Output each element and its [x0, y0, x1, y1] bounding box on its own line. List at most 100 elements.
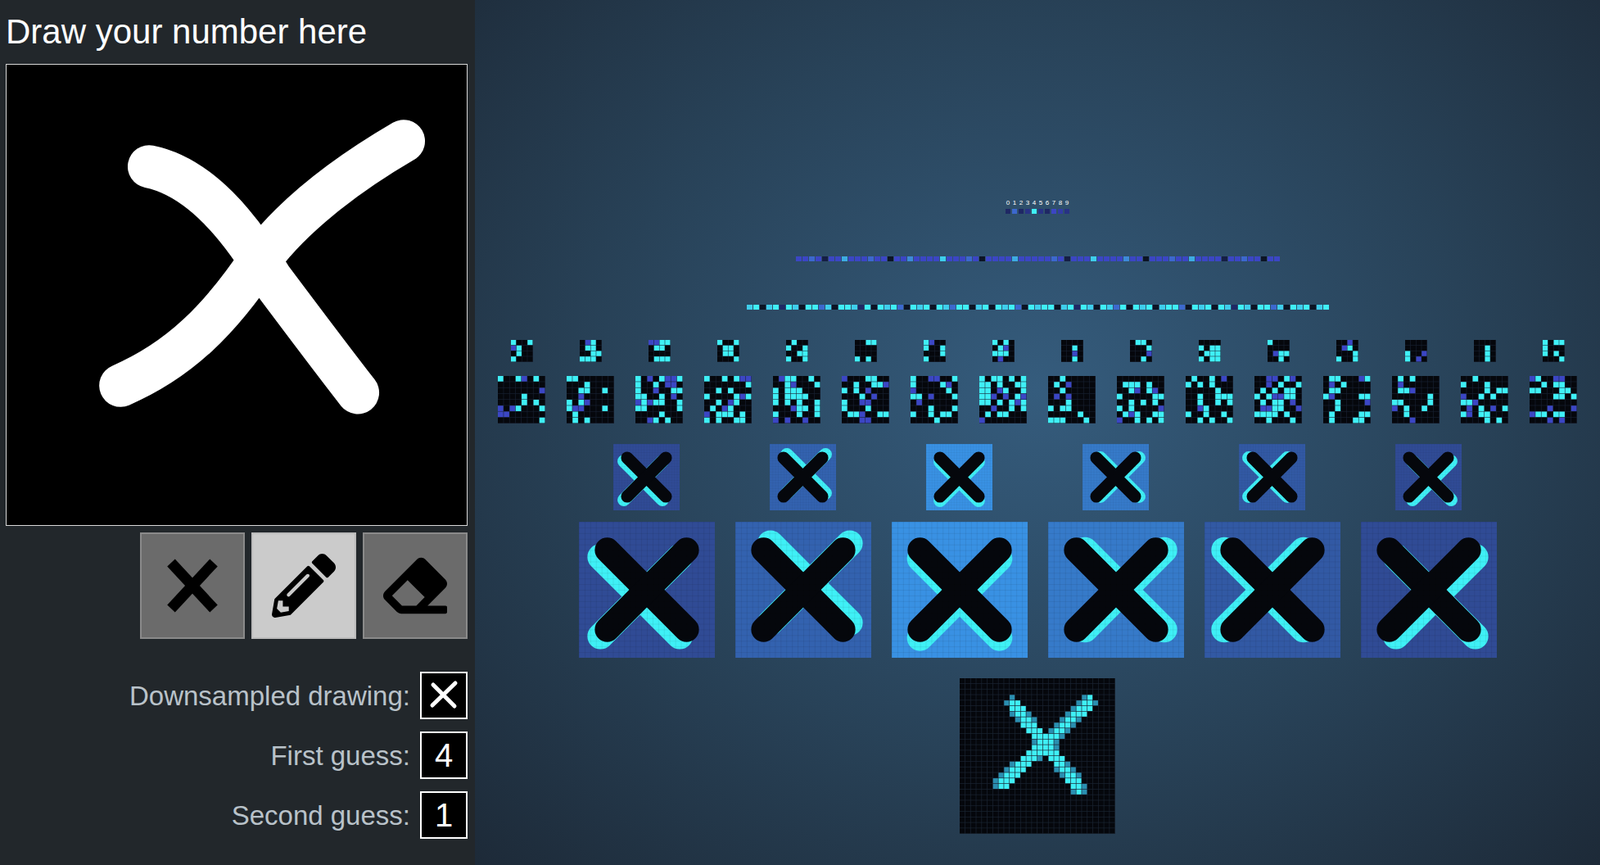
fc1-neuron — [1028, 304, 1035, 310]
fc1-neuron — [884, 304, 891, 310]
fc1-neuron — [766, 304, 773, 310]
fc1-neuron — [746, 304, 753, 310]
conv2-column — [910, 339, 959, 424]
fc2-neuron — [1208, 256, 1215, 262]
conv2-column — [1392, 339, 1440, 424]
conv2-map — [910, 375, 959, 424]
fc1-neuron — [1297, 304, 1303, 310]
conv2-column — [979, 339, 1027, 424]
conv2-column — [1323, 339, 1371, 424]
fc1-neuron — [930, 304, 936, 310]
pool1-map — [1395, 443, 1462, 511]
output-label: 1 — [1012, 198, 1017, 208]
results: Downsampled drawing:First guess:4Second … — [5, 671, 468, 839]
fc1-neuron — [1152, 304, 1159, 310]
fc2-neuron — [946, 256, 953, 262]
conv2-column — [1254, 339, 1302, 424]
left-panel: Draw your number hereDownsampled drawing… — [0, 0, 475, 865]
fc1-neuron — [858, 304, 864, 310]
output-label: 7 — [1052, 198, 1056, 208]
output-neuron: 4 — [1031, 198, 1038, 214]
fc2-neuron — [933, 256, 940, 262]
output-neuron: 2 — [1018, 198, 1025, 214]
fc1-neuron — [1224, 304, 1231, 310]
conv2-map — [1185, 375, 1234, 424]
output-label: 2 — [1019, 198, 1023, 208]
pencil-button[interactable] — [251, 532, 357, 639]
output-cell — [1051, 208, 1057, 214]
fc1-neuron — [1172, 304, 1179, 310]
output-cell — [1031, 208, 1037, 214]
fc1-neuron — [1021, 304, 1028, 310]
output-label: 0 — [1006, 198, 1010, 208]
fc2-neuron — [815, 256, 822, 262]
fc2-neuron — [1123, 256, 1130, 262]
eraser-button[interactable] — [362, 532, 468, 639]
output-cell — [1012, 208, 1017, 214]
fc2-neuron — [835, 256, 841, 262]
fc2-neuron — [940, 256, 946, 262]
fc1-neuron — [1048, 304, 1054, 310]
pool2-map — [1198, 339, 1221, 362]
fc1-neuron — [1146, 304, 1153, 310]
fc1-neuron — [989, 304, 995, 310]
pool1-map — [1082, 443, 1149, 511]
fc2-neuron — [1261, 256, 1267, 262]
fc2-neuron — [1182, 256, 1189, 262]
conv2-map — [772, 375, 821, 424]
conv1-map — [735, 521, 872, 658]
fc1-neuron — [1303, 304, 1310, 310]
output-neuron: 0 — [1005, 198, 1012, 214]
fc1-neuron — [818, 304, 825, 310]
output-label: 9 — [1065, 198, 1069, 208]
fc2-neuron — [972, 256, 979, 262]
fc2-neuron — [998, 256, 1005, 262]
conv2-map — [841, 375, 890, 424]
fc2-neuron — [1221, 256, 1228, 262]
fc1-neuron — [831, 304, 838, 310]
fc1-neuron — [897, 304, 904, 310]
fc2-neuron — [1215, 256, 1221, 262]
conv2-map — [497, 375, 546, 424]
fc1-neuron — [1251, 304, 1257, 310]
result-value: 4 — [434, 738, 453, 772]
input-layer — [959, 677, 1116, 834]
fc2-neuron — [1038, 256, 1045, 262]
fc1-neuron — [976, 304, 982, 310]
conv2-map — [979, 375, 1027, 424]
fc2-neuron — [992, 256, 999, 262]
fc2-layer — [795, 256, 1280, 262]
result-row: Downsampled drawing: — [5, 671, 468, 719]
pool1-map — [926, 443, 993, 511]
result-box: 1 — [420, 790, 468, 839]
output-neuron: 1 — [1012, 198, 1018, 214]
fc2-neuron — [1110, 256, 1117, 262]
clear-button[interactable] — [140, 532, 245, 639]
pool2-map — [1336, 339, 1359, 362]
output-neuron: 3 — [1025, 198, 1031, 214]
fc2-neuron — [1012, 256, 1018, 262]
fc2-neuron — [1097, 256, 1103, 262]
fc1-neuron — [1093, 304, 1100, 310]
fc2-neuron — [1116, 256, 1123, 262]
fc2-neuron — [953, 256, 959, 262]
downsampled-icon — [425, 677, 462, 714]
conv2-map — [566, 375, 615, 424]
fc1-neuron — [1074, 304, 1081, 310]
result-box: 4 — [420, 731, 468, 779]
fc2-neuron — [1241, 256, 1248, 262]
fc2-neuron — [874, 256, 881, 262]
fc1-neuron — [1087, 304, 1094, 310]
fc1-neuron — [1290, 304, 1297, 310]
conv1-column — [735, 443, 872, 658]
fc1-neuron — [1061, 304, 1067, 310]
fc2-neuron — [1031, 256, 1038, 262]
output-label: 4 — [1032, 198, 1036, 208]
drawing-canvas[interactable] — [5, 63, 468, 526]
fc1-neuron — [792, 304, 799, 310]
fc2-neuron — [1175, 256, 1182, 262]
output-neuron: 6 — [1044, 198, 1051, 214]
fc2-neuron — [1077, 256, 1084, 262]
fc1-neuron — [1205, 304, 1212, 310]
fc1-neuron — [1211, 304, 1218, 310]
